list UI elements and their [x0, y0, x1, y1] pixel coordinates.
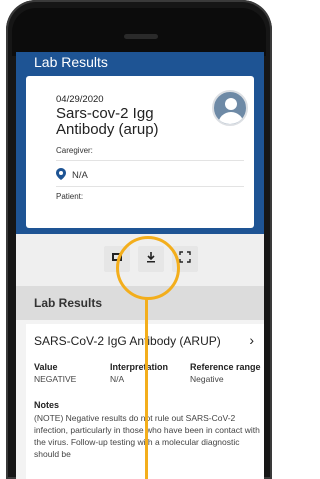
test-title: Sars-cov-2 Igg Antibody (arup) [56, 105, 159, 138]
location-value: N/A [72, 170, 88, 181]
reference-range-cell: Negative [190, 374, 224, 384]
phone-top-bezel [12, 8, 266, 56]
highlight-pointer-line [145, 299, 148, 479]
location-pin-icon [56, 168, 68, 183]
phone-speaker [124, 34, 158, 39]
interpretation-cell: N/A [110, 374, 125, 384]
chevron-right-icon[interactable]: › [249, 332, 254, 348]
result-date: 04/29/2020 [56, 94, 104, 105]
patient-label: Patient: [56, 192, 84, 201]
interpretation-header: Interpretation [110, 362, 169, 372]
location-row: N/A [56, 168, 244, 183]
expand-icon [179, 250, 191, 268]
page-title: Lab Results [34, 54, 108, 70]
summary-card: 04/29/2020 Sars-cov-2 Igg Antibody (arup… [26, 76, 254, 228]
value-cell: NEGATIVE [34, 374, 77, 384]
divider [56, 160, 244, 161]
value-header: Value [34, 362, 58, 372]
reference-range-header: Reference range [190, 362, 261, 372]
notes-header: Notes [34, 400, 60, 410]
divider [56, 186, 244, 187]
caregiver-label: Caregiver: [56, 146, 93, 155]
avatar [212, 90, 248, 126]
results-section-title: Lab Results [34, 296, 103, 310]
result-test-name: SARS-CoV-2 IgG Antibody (ARUP) [34, 334, 221, 348]
highlight-ring [116, 236, 180, 300]
